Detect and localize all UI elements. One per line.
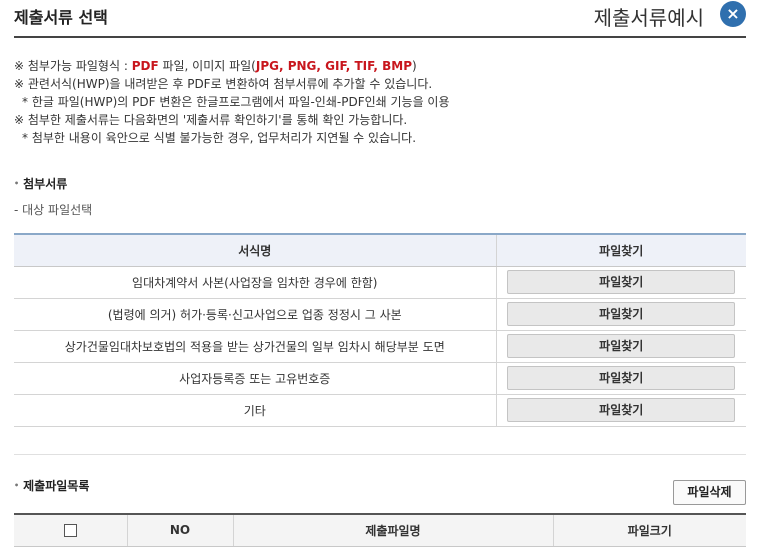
col-form-name: 서식명 <box>14 234 497 267</box>
form-name: 임대차계약서 사본(사업장을 임차한 경우에 한함) <box>14 266 497 299</box>
attach-section-title: 첨부서류 <box>14 175 67 192</box>
format-images: JPG, PNG, GIF, TIF, BMP <box>255 59 413 73</box>
notice-file-format: ※ 첨부가능 파일형식 : PDF 파일, 이미지 파일(JPG, PNG, G… <box>14 59 417 73</box>
file-find-button[interactable]: 파일찾기 <box>507 366 736 390</box>
form-name: 기타 <box>14 394 497 427</box>
file-find-button[interactable]: 파일찾기 <box>507 270 736 294</box>
table-row: 임대차계약서 사본(사업장을 임차한 경우에 한함) 파일찾기 <box>14 266 746 299</box>
select-all-checkbox[interactable] <box>63 524 77 538</box>
attach-table: 서식명 파일찾기 임대차계약서 사본(사업장을 임차한 경우에 한함) 파일찾기… <box>14 233 746 427</box>
dialog-header: 제출서류 선택 제출서류예시 × <box>14 0 746 38</box>
close-icon[interactable]: × <box>720 1 746 27</box>
form-name: 상가건물임대차보호법의 적용을 받는 상가건물의 일부 임차시 해당부분 도면 <box>14 330 497 363</box>
col-file-name: 제출파일명 <box>233 514 554 547</box>
col-no: NO <box>127 514 234 547</box>
notice-hwp-pdf-print: * 한글 파일(HWP)의 PDF 변환은 한글프로그램에서 파일-인쇄-PDF… <box>22 95 450 109</box>
notice-delay: * 첨부한 내용이 육안으로 식별 불가능한 경우, 업무처리가 지연될 수 있… <box>22 131 417 145</box>
notice-hwp-convert: ※ 관련서식(HWP)을 내려받은 후 PDF로 변환하여 첨부서류에 추가할 … <box>14 77 433 91</box>
table-row: 기타 파일찾기 <box>14 394 746 427</box>
form-name: 사업자등록증 또는 고유번호증 <box>14 362 497 395</box>
table-row: 상가건물임대차보호법의 적용을 받는 상가건물의 일부 임차시 해당부분 도면 … <box>14 330 746 363</box>
sample-docs-link[interactable]: 제출서류예시 <box>594 2 704 31</box>
notice-confirm: ※ 첨부한 제출서류는 다음화면의 '제출서류 확인하기'를 통해 확인 가능합… <box>14 113 408 127</box>
file-find-button[interactable]: 파일찾기 <box>507 398 736 422</box>
attach-desc: - 대상 파일선택 <box>14 203 93 217</box>
file-find-button[interactable]: 파일찾기 <box>507 302 736 326</box>
files-table-header: NO 제출파일명 파일크기 <box>14 514 746 547</box>
files-section-title: 제출파일목록 <box>14 477 89 494</box>
page-title: 제출서류 선택 <box>14 8 108 27</box>
attach-table-header: 서식명 파일찾기 <box>14 234 746 267</box>
file-find-button[interactable]: 파일찾기 <box>507 334 736 358</box>
table-row: 사업자등록증 또는 고유번호증 파일찾기 <box>14 362 746 395</box>
submitted-files-table: NO 제출파일명 파일크기 <box>14 513 746 547</box>
format-pdf: PDF <box>131 59 159 73</box>
form-name: (법령에 의거) 허가·등록·신고사업으로 업종 정정시 그 사본 <box>14 298 497 331</box>
col-file-find: 파일찾기 <box>496 234 746 267</box>
delete-file-button[interactable]: 파일삭제 <box>673 480 746 505</box>
table-row: (법령에 의거) 허가·등록·신고사업으로 업종 정정시 그 사본 파일찾기 <box>14 298 746 331</box>
col-file-size: 파일크기 <box>553 514 746 547</box>
section-divider <box>14 454 746 455</box>
notice-block: ※ 첨부가능 파일형식 : PDF 파일, 이미지 파일(JPG, PNG, G… <box>14 57 450 147</box>
